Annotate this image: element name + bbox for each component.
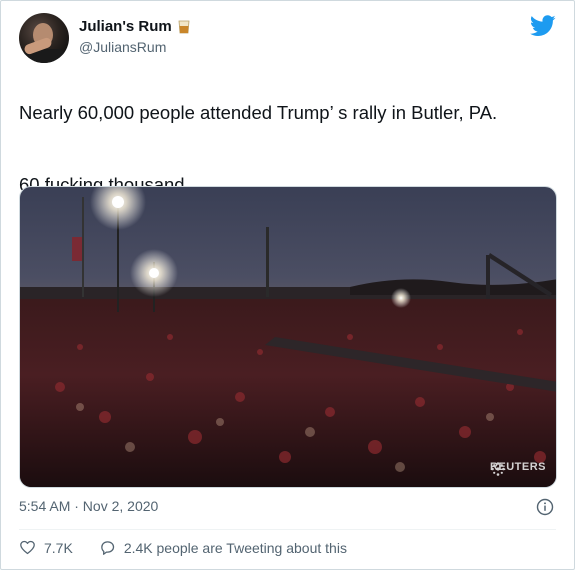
avatar[interactable] [19, 13, 69, 63]
info-icon[interactable] [536, 498, 554, 516]
divider [19, 529, 556, 530]
conversation-button[interactable]: 2.4K people are Tweeting about this [99, 539, 347, 556]
tweet-photo[interactable]: REUTERS [19, 186, 557, 488]
tweet-actions: 7.7K 2.4K people are Tweeting about this [19, 539, 373, 556]
tweet-line-1: Nearly 60,000 people attended Trump’ s r… [19, 102, 498, 123]
user-handle[interactable]: @JuliansRum [79, 39, 166, 55]
twitter-bird-icon[interactable] [530, 15, 556, 37]
author-name-row: Julian's Rum [79, 18, 190, 35]
reuters-logo-icon [491, 462, 505, 476]
reuters-watermark: REUTERS [490, 461, 546, 476]
tweeting-about-text: 2.4K people are Tweeting about this [123, 539, 347, 556]
rally-crowd-photo [20, 187, 556, 487]
tweet-card: Julian's Rum @JuliansRum Nearly 60,000 p… [0, 0, 575, 570]
display-name[interactable]: Julian's Rum [79, 18, 172, 35]
tumbler-glass-icon [178, 20, 190, 33]
tweet-timestamp[interactable]: 5:54 AM · Nov 2, 2020 [19, 498, 158, 514]
heart-icon [20, 540, 35, 555]
speech-bubble-icon [101, 541, 114, 555]
like-button[interactable]: 7.7K [19, 539, 73, 556]
like-count: 7.7K [44, 539, 73, 556]
